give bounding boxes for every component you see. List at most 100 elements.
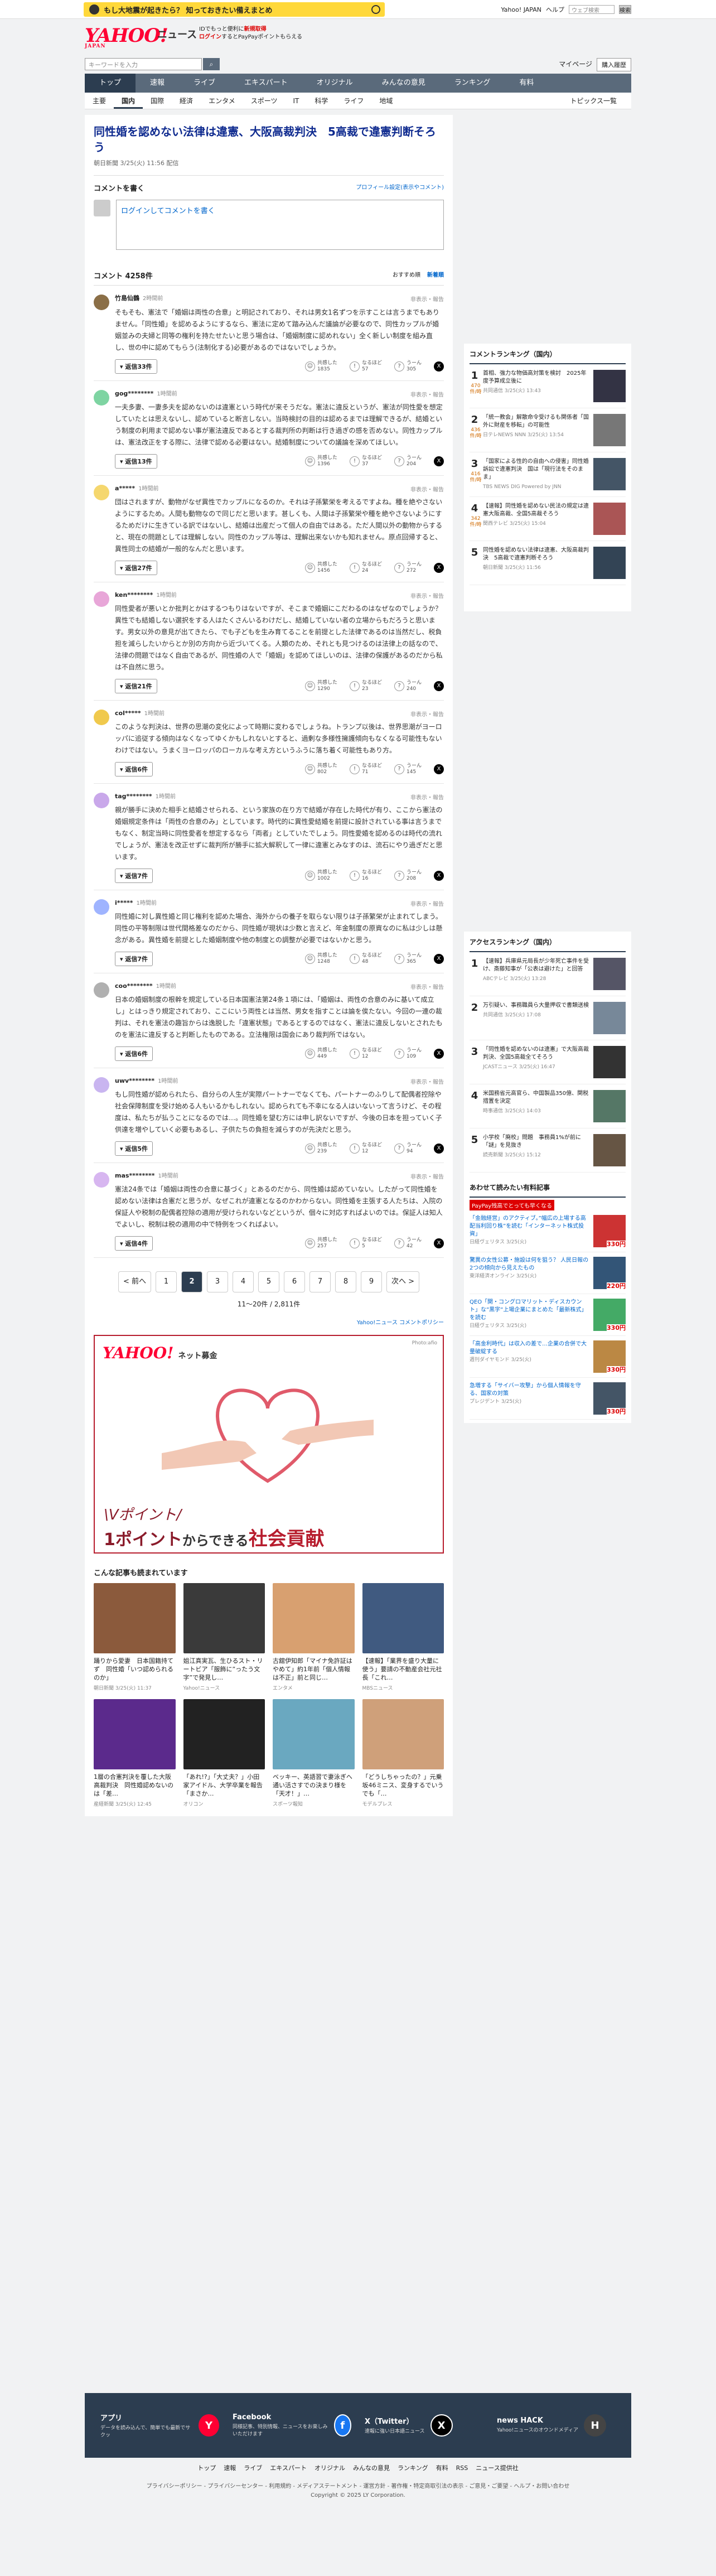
tab-economy[interactable]: 経済 bbox=[172, 93, 201, 109]
ranking-text[interactable]: 【速報】兵庫県元局長が少年死亡事件を受け、斎藤知事が「公表は避けた」と回答 ABC… bbox=[483, 958, 590, 990]
x-share-icon[interactable]: X bbox=[434, 361, 444, 372]
report-link[interactable]: 非表示・報告 bbox=[410, 793, 444, 801]
ranking-text[interactable]: 万引疑い、事務職員ら大量押収で書類送検 共同通信 3/25(火) 17:08 bbox=[483, 1002, 590, 1034]
paid-article-text[interactable]: 「高金利時代」は収入の差で…企業の合併で大量破綻する 週刊ダイヤモンド 3/25(… bbox=[470, 1340, 589, 1373]
ranking-item[interactable]: 4 342 件/時 【速報】同性婚を認めない民法の規定は違憲大阪高裁、全国5高裁そろう… bbox=[470, 497, 626, 541]
username[interactable]: gog******** bbox=[115, 390, 153, 397]
footer-col-title[interactable]: Facebook bbox=[233, 2413, 328, 2421]
vote-neutral[interactable]: ! なるほど 57 bbox=[349, 360, 382, 373]
vote-like[interactable]: ☺ 共感した 449 bbox=[304, 1048, 337, 1060]
username[interactable]: mas******** bbox=[115, 1172, 154, 1179]
ranking-text[interactable]: 小学校「廃校」問題 事務員1%が前に「謎」を見抜き 読売新聞 3/25(火) 15… bbox=[483, 1134, 590, 1166]
vote-like[interactable]: ☺ 共感した 802 bbox=[304, 763, 337, 775]
x-share-icon[interactable]: X bbox=[434, 764, 444, 774]
footer-col[interactable]: Facebook 同様記事、特別情報、ニュースをお楽しみいただけます f bbox=[233, 2404, 351, 2447]
footer-col-title[interactable]: news HACK bbox=[497, 2416, 578, 2425]
report-link[interactable]: 非表示・報告 bbox=[410, 1172, 444, 1180]
username[interactable]: tag******** bbox=[115, 793, 152, 800]
reply-button[interactable]: 返信7件 bbox=[115, 952, 153, 966]
vote-like[interactable]: ☺ 共感した 1396 bbox=[304, 455, 337, 467]
related-title[interactable]: ベッキー、英語習で妻泳ぎへ通い活さすでの決まり様を「天才！」… bbox=[273, 1773, 355, 1798]
vote-neutral[interactable]: ! なるほど 12 bbox=[349, 1142, 382, 1155]
ranking-item[interactable]: 3 「同性婚を認めないのは違憲」で大阪高裁判決、全国5高裁全てそろう JCASTニュ… bbox=[470, 1040, 626, 1084]
footer-col[interactable]: X（Twitter） 速報に強い日本語ニュース X bbox=[365, 2404, 483, 2447]
tab-science[interactable]: 科学 bbox=[307, 93, 336, 109]
footer-nav-item[interactable]: ニュース提供社 bbox=[476, 2464, 518, 2472]
paid-article-item[interactable]: 「金融経営」のアクティブ。”幅広の上場する高配当利回り株”を読む「インターネット… bbox=[470, 1210, 626, 1252]
paid-article-title[interactable]: 驚異の女性公募・施設は何を狙う？ 人民日報の2つの傾向から見えたもの bbox=[470, 1257, 588, 1271]
related-title[interactable]: 踊りから愛妻 日本国籍持てず 同性婚「いつ認められるのか」 bbox=[94, 1657, 176, 1682]
tab-sports[interactable]: スポーツ bbox=[243, 93, 286, 109]
page-9[interactable]: 9 bbox=[361, 1271, 382, 1292]
username[interactable]: 竹島仙鶴 bbox=[115, 295, 139, 302]
ranking-title[interactable]: 「国家による性的の自由への侵害」同性婚訴訟で違憲判決 国は「現行法をそのまま」 bbox=[483, 459, 589, 480]
vote-like[interactable]: ☺ 共感した 239 bbox=[304, 1142, 337, 1155]
related-item[interactable]: 踊りから愛妻 日本国籍持てず 同性婚「いつ認められるのか」 朝日新聞 3/25(火… bbox=[94, 1583, 176, 1691]
vote-dislike[interactable]: ? うーん 42 bbox=[394, 1237, 422, 1250]
ranking-title[interactable]: 同性婚を認めない法律は違憲、大阪高裁判決 5高裁で違憲判断そろう bbox=[483, 547, 589, 561]
page-3[interactable]: 3 bbox=[207, 1271, 228, 1292]
register-link[interactable]: 新規取得 bbox=[244, 26, 267, 32]
footer-col-title[interactable]: アプリ bbox=[100, 2412, 193, 2423]
related-title[interactable]: 1層の合憲判決を覆した大阪高裁判決 同性婚認めないのは「差… bbox=[94, 1773, 176, 1798]
reply-button[interactable]: 返信21件 bbox=[115, 679, 157, 693]
reply-button[interactable]: 返信27件 bbox=[115, 561, 157, 575]
ranking-title[interactable]: 【速報】同性婚を認めない民法の規定は違憲大阪高裁、全国5高裁そろう bbox=[483, 503, 589, 517]
vote-dislike[interactable]: ? うーん 208 bbox=[394, 870, 422, 882]
reply-button[interactable]: 返信6件 bbox=[115, 762, 153, 776]
tab-entertainment[interactable]: エンタメ bbox=[201, 93, 243, 109]
gnav-ranking[interactable]: ランキング bbox=[440, 74, 505, 93]
x-share-icon[interactable]: X bbox=[434, 563, 444, 573]
comment-user[interactable]: mas******** 1時間前 bbox=[115, 1171, 444, 1179]
vote-dislike[interactable]: ? うーん 305 bbox=[394, 360, 422, 373]
ranking-thumbnail[interactable] bbox=[593, 547, 626, 579]
ranking-thumbnail[interactable] bbox=[593, 458, 626, 490]
footer-nav-item[interactable]: 速報 bbox=[224, 2464, 236, 2472]
page-6[interactable]: 6 bbox=[284, 1271, 305, 1292]
paid-article-text[interactable]: 「金融経営」のアクティブ。”幅広の上場する高配当利回り株”を読む「インターネット… bbox=[470, 1215, 589, 1247]
ranking-title[interactable]: 「統一教会」解散命令受けるも関係者「国外に財産を移転」の可能性 bbox=[483, 414, 589, 428]
x-share-icon[interactable]: X bbox=[434, 456, 444, 466]
vote-like[interactable]: ☺ 共感した 1835 bbox=[304, 360, 337, 373]
vote-dislike[interactable]: ? うーん 109 bbox=[394, 1048, 422, 1060]
help-link[interactable]: ヘルプ bbox=[546, 5, 564, 14]
web-search-input[interactable]: ウェブ検索 bbox=[569, 5, 615, 14]
vote-neutral[interactable]: ! なるほど 37 bbox=[349, 455, 382, 467]
related-thumbnail[interactable] bbox=[362, 1583, 444, 1653]
related-item[interactable]: 姐江真実瓦、生ひるスト・リートビア「服飾に”ったう文字”で発見し… Yahoo!ニ… bbox=[183, 1583, 265, 1691]
ranking-text[interactable]: 米国務省元高官ら、中国製品350億、関税措置を決定 時事通信 3/25(火) 14… bbox=[483, 1090, 590, 1122]
ranking-title[interactable]: 首相、強力な物価高対策を検討 2025年度予算成立後に bbox=[483, 370, 586, 384]
username[interactable]: ken******** bbox=[115, 591, 153, 599]
ranking-text[interactable]: 「同性婚を認めないのは違憲」で大阪高裁判決、全国5高裁全てそろう JCASTニュー… bbox=[483, 1046, 590, 1078]
related-item[interactable]: 1層の合憲判決を覆した大阪高裁判決 同性婚認めないのは「差… 産経新聞 3/25(… bbox=[94, 1699, 176, 1807]
report-link[interactable]: 非表示・報告 bbox=[410, 591, 444, 600]
reply-button[interactable]: 返信5件 bbox=[115, 1141, 153, 1156]
profile-settings-link[interactable]: プロフィール設定(表示やコメント) bbox=[356, 182, 444, 191]
vote-dislike[interactable]: ? うーん 272 bbox=[394, 562, 422, 574]
comment-user[interactable]: ken******** 1時間前 bbox=[115, 590, 444, 599]
vote-dislike[interactable]: ? うーん 240 bbox=[394, 680, 422, 692]
footer-col[interactable]: news HACK Yahoo!ニュースのオウンドメディア H bbox=[497, 2404, 616, 2447]
vote-like[interactable]: ☺ 共感した 257 bbox=[304, 1237, 337, 1250]
comment-user[interactable]: coo******** 1時間前 bbox=[115, 981, 444, 990]
x-share-icon[interactable]: X bbox=[434, 681, 444, 691]
related-item[interactable]: 古舘伊知郎「マイナ免許証はやめて」約1年前「個人情報は不正」前と同じ… エンタメ bbox=[273, 1583, 355, 1691]
related-title[interactable]: 姐江真実瓦、生ひるスト・リートビア「服飾に”ったう文字”で発見し… bbox=[183, 1657, 265, 1682]
vote-neutral[interactable]: ! なるほど 48 bbox=[349, 953, 382, 965]
username[interactable]: a***** bbox=[115, 485, 135, 492]
ranking-thumbnail[interactable] bbox=[593, 414, 626, 446]
vote-like[interactable]: ☺ 共感した 1456 bbox=[304, 562, 337, 574]
related-title[interactable]: 「あれ!?」「大丈夫？」小田家アイドル、大学卒業を報告「まさか… bbox=[183, 1773, 265, 1798]
reply-button[interactable]: 返信7件 bbox=[115, 869, 153, 883]
ranking-text[interactable]: 同性婚を認めない法律は違憲、大阪高裁判決 5高裁で違憲判断そろう 朝日新聞 3/2… bbox=[483, 547, 590, 579]
gnav-top[interactable]: トップ bbox=[85, 74, 136, 93]
gnav-opinion[interactable]: みんなの意見 bbox=[367, 74, 440, 93]
reply-button[interactable]: 返信4件 bbox=[115, 1236, 153, 1251]
related-thumbnail[interactable] bbox=[94, 1583, 176, 1653]
related-item[interactable]: 「どうしちゃったの？」元乗坂46ミニス、変身するでいうでも「… モデルプレス bbox=[362, 1699, 444, 1807]
gnav-expert[interactable]: エキスパート bbox=[230, 74, 302, 93]
vote-like[interactable]: ☺ 共感した 1290 bbox=[304, 680, 337, 692]
vote-neutral[interactable]: ! なるほど 23 bbox=[349, 680, 382, 692]
ranking-thumbnail[interactable] bbox=[593, 1002, 626, 1034]
vote-dislike[interactable]: ? うーん 365 bbox=[394, 953, 422, 965]
